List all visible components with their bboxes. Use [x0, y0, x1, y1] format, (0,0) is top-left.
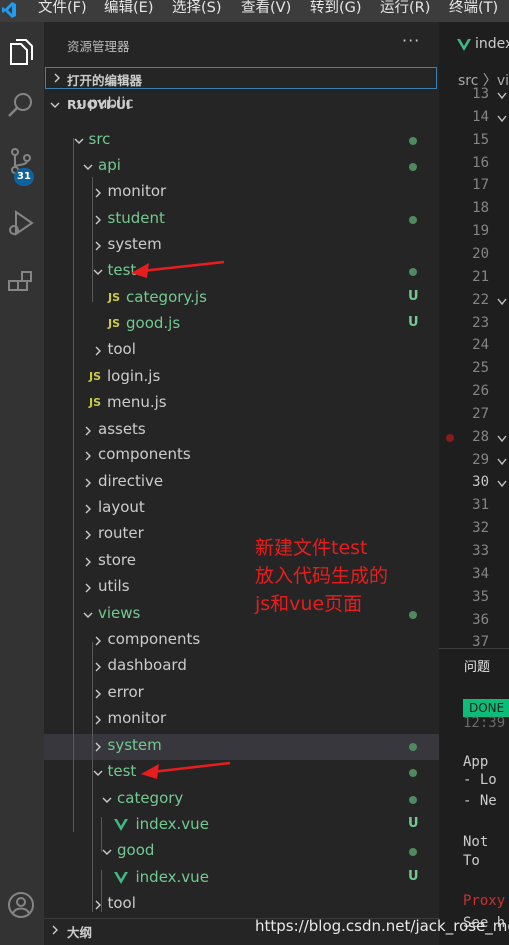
annotation-text-line2: 放入代码生成的 — [255, 565, 389, 587]
annotation-text-line1: 新建文件test — [255, 537, 368, 559]
annotation-arrows — [131, 260, 231, 779]
annotation-arrow-views-test — [151, 761, 231, 774]
annotation-arrow-api-test — [141, 260, 225, 273]
annotation-text-line3: js和vue页面 — [255, 593, 363, 615]
watermark: https://blog.csdn.net/jack_rose_me — [255, 917, 509, 935]
